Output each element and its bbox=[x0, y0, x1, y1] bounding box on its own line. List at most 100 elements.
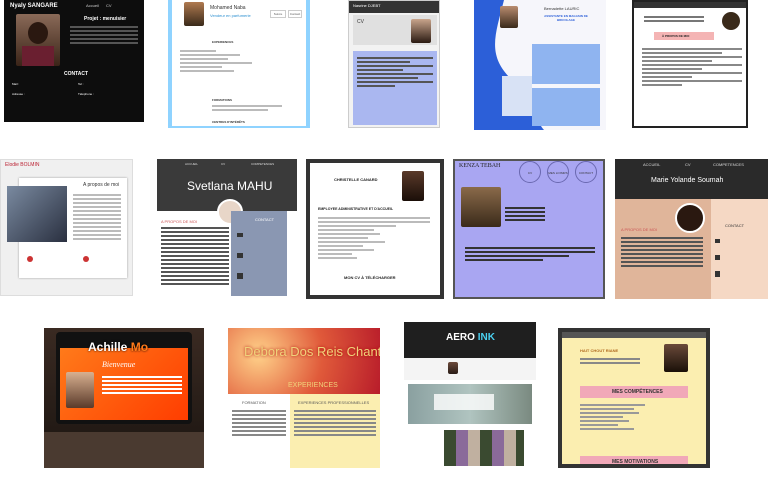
label-address: Adresse : bbox=[12, 92, 25, 96]
profile-photo bbox=[411, 19, 431, 43]
side-block bbox=[502, 76, 532, 116]
banner-card bbox=[434, 394, 494, 410]
welcome-text: Bienvenue bbox=[102, 360, 136, 369]
job-title: EMPLOYEE ADMINISTRATIVE ET D'ACCUEIL bbox=[318, 207, 394, 211]
profile-name: Debora Dos Reis Chantre bbox=[244, 344, 380, 359]
intro-text bbox=[102, 374, 182, 396]
contact-heading: CONTACT bbox=[255, 217, 275, 222]
nav-accueil[interactable]: Accueil bbox=[86, 3, 99, 8]
experience-text bbox=[180, 48, 300, 74]
profile-photo bbox=[500, 6, 518, 28]
motivations-heading: MES MOTIVATIONS bbox=[612, 459, 659, 465]
formation-heading: FORMATION bbox=[242, 400, 266, 405]
portfolio-thumbnail-1[interactable]: Nyaly SANGARE Accueil CV Projet : menuis… bbox=[4, 0, 144, 122]
follow-button[interactable]: Suivre bbox=[270, 10, 286, 18]
desk bbox=[44, 432, 204, 468]
skills-heading: MES COMPÉTENCES bbox=[612, 389, 663, 395]
profile-name: Achille Mo bbox=[88, 340, 149, 354]
profile-photo bbox=[461, 187, 501, 227]
nav-cv[interactable]: CV bbox=[685, 162, 691, 167]
label-phone: Téléphone : bbox=[78, 92, 94, 96]
portfolio-thumbnail-9[interactable]: KENZA TEBAH CV MES LOISIRS CONTACT bbox=[453, 159, 605, 299]
about-heading: À PROPOS DE MOI bbox=[662, 34, 690, 38]
intro-text bbox=[70, 24, 138, 46]
nav-circle-contact[interactable]: CONTACT bbox=[575, 161, 597, 183]
mail-icon bbox=[237, 233, 243, 237]
intro-text bbox=[505, 205, 545, 223]
profile-subtitle: ASSISTANTE EN MAGASIN DE BRICOLAGE bbox=[544, 14, 588, 22]
image-grid bbox=[444, 430, 524, 466]
nav-cv[interactable]: CV bbox=[106, 3, 112, 8]
cv-heading: CV bbox=[357, 19, 364, 25]
site-logo: AERO INK bbox=[446, 332, 495, 343]
section-experiences: EXPERIENCES bbox=[212, 40, 234, 44]
site-name: Nyaly SANGARE bbox=[10, 3, 58, 9]
experience-text bbox=[294, 408, 376, 438]
about-text bbox=[161, 225, 229, 287]
label-tel: Tel : bbox=[78, 82, 84, 86]
experience-heading: EXPERIENCES PROFESSIONNELLES bbox=[298, 400, 370, 405]
portfolio-thumbnail-5[interactable]: À PROPOS DE MOI bbox=[632, 0, 748, 128]
content-block-2 bbox=[532, 88, 600, 126]
profile-name: Nasrine DJEBT bbox=[353, 3, 381, 8]
profile-name: Marie Yolande Soumah bbox=[651, 177, 724, 184]
content-block-1 bbox=[532, 44, 600, 84]
formation-text bbox=[232, 408, 286, 438]
profile-photo bbox=[448, 362, 458, 374]
profile-name: Elodie BOLMIN bbox=[5, 162, 40, 168]
intro-band bbox=[404, 358, 536, 380]
profile-photo bbox=[66, 372, 94, 408]
portfolio-thumbnail-3[interactable]: Nasrine DJEBT CV bbox=[348, 0, 440, 128]
nav-accueil[interactable]: ACCUEIL bbox=[643, 162, 660, 167]
nav-circle-loisirs[interactable]: MES LOISIRS bbox=[547, 161, 569, 183]
profile-photo bbox=[675, 203, 705, 233]
portfolio-thumbnail-2[interactable]: Mohamed Naba Vendeur en parfumerie Suivr… bbox=[168, 0, 310, 128]
portfolio-thumbnail-8[interactable]: CHRISTELLE CANARD EMPLOYEE ADMINISTRATIV… bbox=[306, 159, 444, 299]
location-icon bbox=[83, 256, 89, 262]
portfolio-thumbnail-14[interactable]: HAIT CHOUT RIANE MES COMPÉTENCES MES MOT… bbox=[558, 328, 710, 468]
phone-icon bbox=[715, 255, 720, 260]
profile-photo bbox=[402, 171, 424, 201]
portfolio-thumbnail-13[interactable]: AERO INK bbox=[404, 322, 536, 470]
profile-photo bbox=[664, 344, 688, 372]
nav-competences[interactable]: COMPETENCES bbox=[251, 162, 274, 166]
about-heading: A PROPOS DE MOI bbox=[621, 227, 658, 232]
contact-panel bbox=[711, 199, 768, 299]
section-formations: FORMATIONS bbox=[212, 98, 232, 102]
formation-text bbox=[212, 103, 282, 113]
portfolio-thumbnail-10[interactable]: ACCUEIL CV COMPETENCES Marie Yolande Sou… bbox=[615, 159, 768, 299]
phone-icon bbox=[237, 253, 243, 258]
nav-competences[interactable]: COMPETENCES bbox=[713, 162, 744, 167]
profile-name: Bernadette LAURIC bbox=[544, 6, 580, 11]
profile-photo bbox=[722, 12, 740, 30]
location-icon bbox=[237, 273, 243, 279]
profile-name: Mohamed Naba bbox=[210, 5, 246, 11]
portfolio-thumbnail-6[interactable]: Elodie BOLMIN A propos de moi bbox=[0, 159, 133, 296]
nav-bar bbox=[562, 332, 706, 338]
nav-bar bbox=[634, 2, 746, 8]
profile-name: HAIT CHOUT RIANE bbox=[580, 348, 619, 353]
contact-button[interactable]: Contact bbox=[288, 10, 302, 18]
contact-text bbox=[580, 356, 640, 366]
label-mail: Mail : bbox=[12, 82, 20, 86]
download-cv-link[interactable]: MON CV À TÉLÉCHARGER bbox=[344, 275, 396, 280]
portfolio-thumbnail-4[interactable]: Bernadette LAURIC ASSISTANTE EN MAGASIN … bbox=[474, 0, 606, 130]
portfolio-thumbnail-11[interactable]: Achille Mo Bienvenue bbox=[44, 328, 204, 468]
hero-subtitle: EXPERIENCES bbox=[288, 382, 338, 389]
profile-name: KENZA TEBAH bbox=[459, 163, 501, 169]
profile-subtitle: Vendeur en parfumerie bbox=[210, 13, 251, 18]
contact-heading: CONTACT bbox=[64, 71, 89, 77]
mail-icon bbox=[715, 239, 720, 243]
project-heading: Projet : menuisier bbox=[84, 16, 127, 22]
profile-name: CHRISTELLE CANARD bbox=[334, 177, 378, 182]
nav-cv[interactable]: CV bbox=[221, 162, 225, 166]
about-heading: A propos de moi bbox=[83, 182, 120, 188]
portfolio-thumbnail-12[interactable]: Debora Dos Reis Chantre EXPERIENCES FORM… bbox=[228, 328, 380, 468]
profile-photo bbox=[16, 14, 60, 66]
about-text bbox=[73, 192, 121, 242]
nav-accueil[interactable]: ACCUEIL bbox=[185, 162, 198, 166]
about-text bbox=[642, 46, 742, 88]
portfolio-thumbnail-7[interactable]: ACCUEIL CV COMPETENCES Svetlana MAHU A P… bbox=[157, 159, 297, 296]
about-text bbox=[621, 235, 703, 269]
nav-circle-cv[interactable]: CV bbox=[519, 161, 541, 183]
